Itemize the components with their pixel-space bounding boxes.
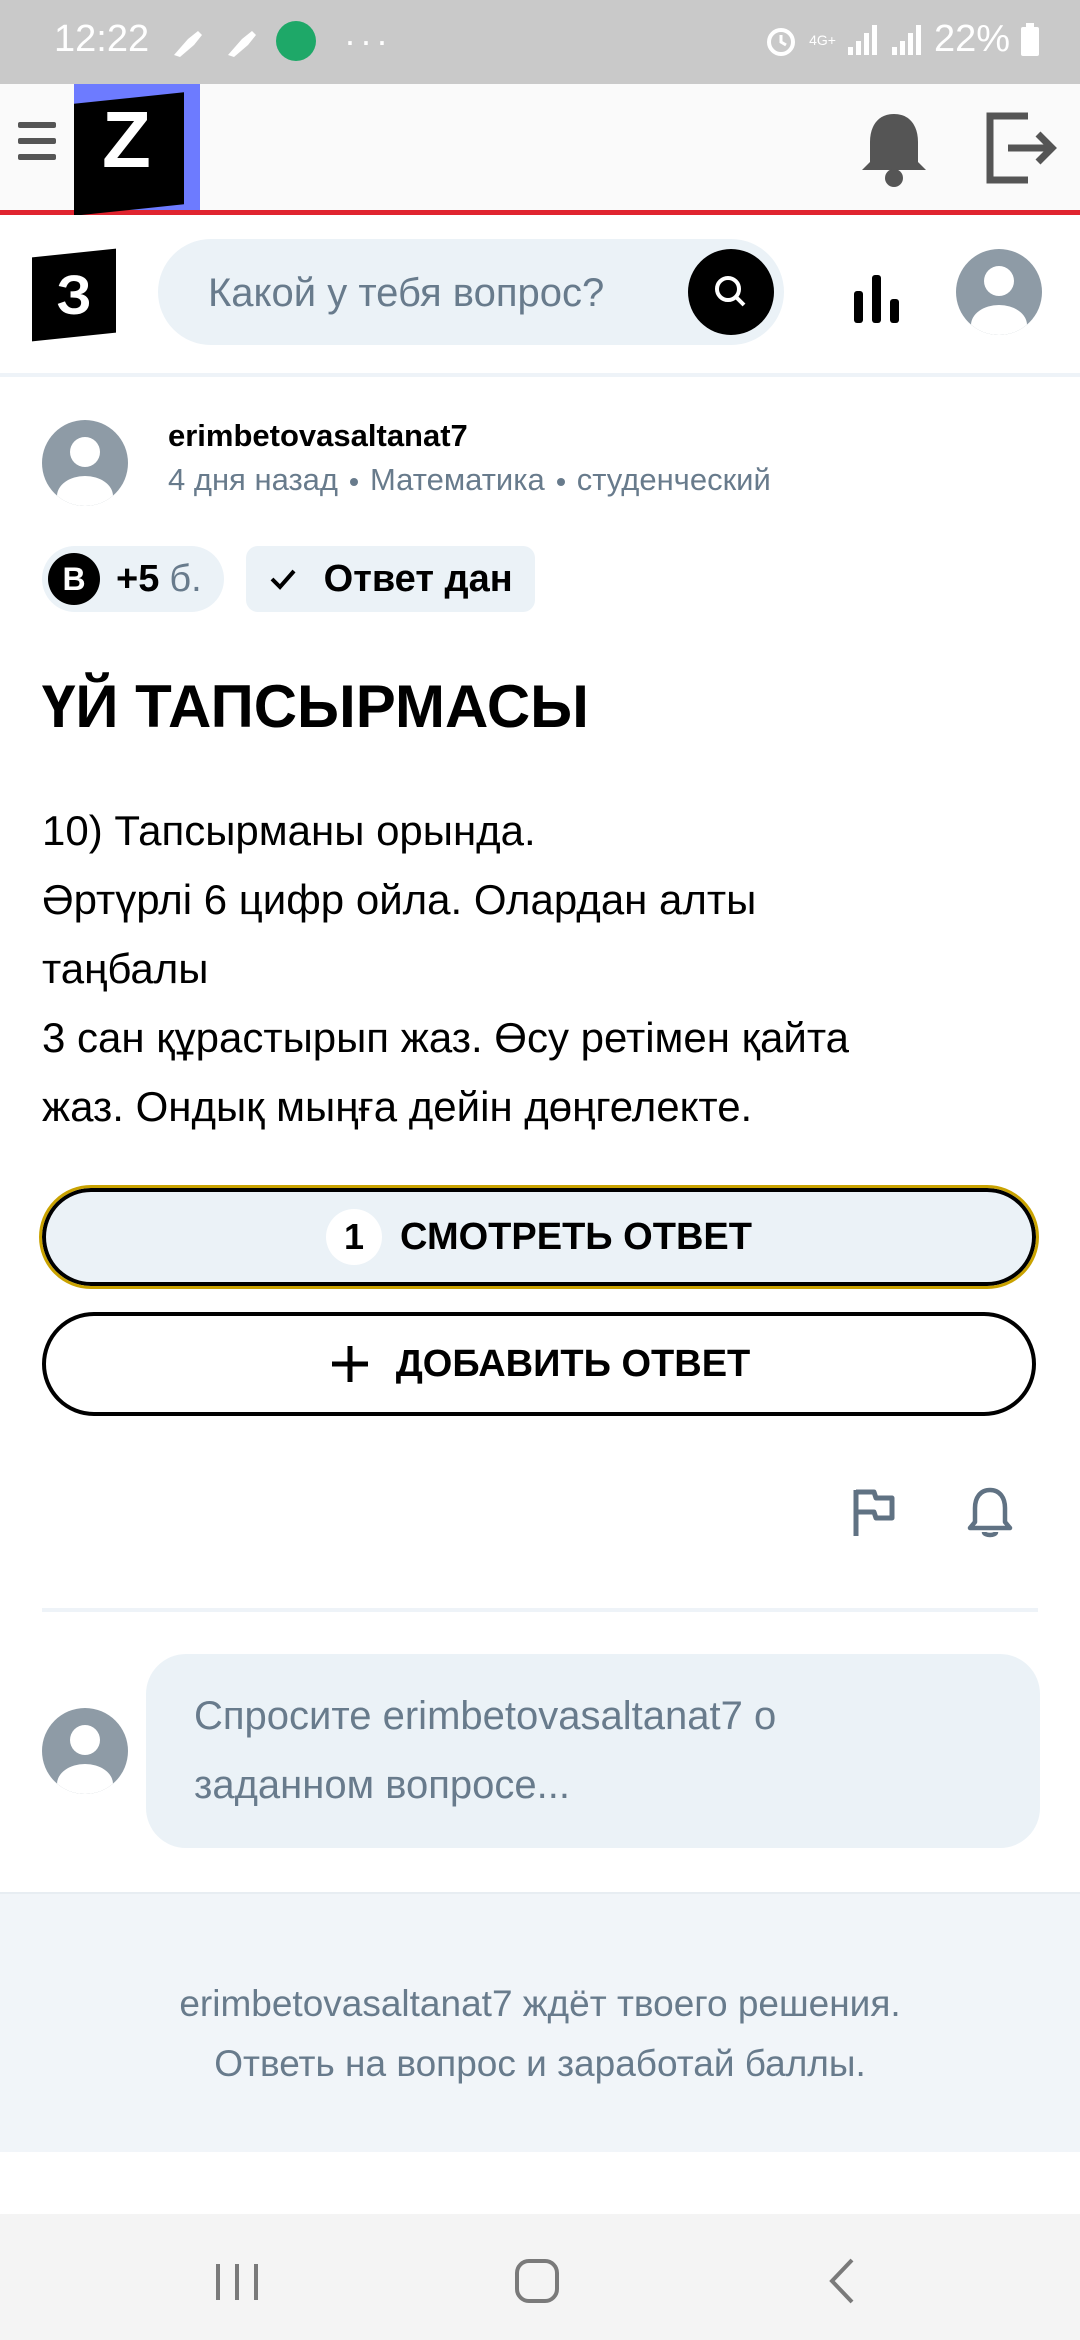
question-line: таңбалы: [42, 945, 209, 992]
answers-count: 1: [326, 1209, 383, 1265]
points-icon: B: [48, 553, 100, 605]
points-badge: B +5 б.: [42, 546, 224, 612]
question-text: 10) Тапсырманы орында. Әртүрлі 6 цифр ой…: [42, 796, 1052, 1141]
clean-icon-2: [228, 31, 256, 57]
invite-line: erimbetovasaltanat7 ждёт твоего решения.: [179, 1983, 901, 2024]
answered-badge: Ответ дан: [245, 546, 535, 612]
points-unit: б.: [169, 557, 202, 600]
author-name[interactable]: erimbetovasaltanat7: [168, 418, 468, 454]
app-header: Z: [0, 84, 1080, 216]
alarm-icon: [767, 27, 796, 56]
author-avatar[interactable]: [42, 420, 128, 506]
follow-bell-icon[interactable]: [962, 1484, 1018, 1540]
clean-icon: [174, 31, 202, 57]
profile-avatar[interactable]: [956, 249, 1042, 335]
user-icon: [57, 1725, 113, 1794]
add-answer-button[interactable]: ДОБАВИТЬ ОТВЕТ: [42, 1312, 1036, 1416]
site-logo[interactable]: З: [32, 248, 116, 342]
app-notification-icon: [276, 21, 316, 61]
add-answer-label: ДОБАВИТЬ ОТВЕТ: [395, 1342, 751, 1385]
question-line: 3 сан құрастырып жаз. Өсу ретімен қайта: [42, 1014, 849, 1061]
invite-line: Ответь на вопрос и заработай баллы.: [214, 2043, 866, 2084]
status-bar: 12:22 ··· 4G+ 22%: [0, 0, 1080, 84]
question-meta: 4 дня назад Математика студенческий: [168, 462, 771, 498]
search-button[interactable]: [688, 249, 774, 335]
back-icon[interactable]: [826, 2256, 856, 2306]
notification-icons: ···: [168, 20, 392, 62]
question-badges: B +5 б. Ответ дан: [42, 546, 535, 612]
comment-placeholder-line: Спросите erimbetovasaltanat7 о: [194, 1694, 777, 1738]
brand-logo[interactable]: Z: [74, 84, 200, 216]
brand-logo-letter: Z: [102, 95, 151, 184]
question-title: ҮЙ ТАПСЫРМАСЫ: [42, 673, 589, 740]
answered-label: Ответ дан: [323, 557, 513, 600]
comment-input[interactable]: Спросите erimbetovasaltanat7 о заданном …: [146, 1654, 1040, 1848]
more-notifications-icon: ···: [344, 20, 392, 61]
comment-placeholder-line: заданном вопросе...: [194, 1763, 570, 1807]
search-icon: [715, 276, 746, 307]
divider: [42, 1608, 1038, 1612]
home-icon[interactable]: [514, 2258, 560, 2304]
battery-percent: 22%: [933, 18, 1010, 60]
question-time: 4 дня назад: [168, 462, 339, 497]
plus-icon: [331, 1346, 368, 1382]
logout-icon[interactable]: [978, 106, 1062, 190]
comment-placeholder: Спросите erimbetovasaltanat7 о заданном …: [194, 1682, 974, 1820]
bell-icon[interactable]: [852, 106, 936, 190]
answer-invite-banner: erimbetovasaltanat7 ждёт твоего решения.…: [0, 1892, 1080, 2152]
search-row: З: [0, 215, 1080, 377]
commenter-avatar: [42, 1708, 128, 1794]
search-bar: [158, 239, 784, 347]
network-type: 4G+: [809, 31, 836, 48]
system-nav-bar: [0, 2214, 1080, 2340]
status-right: 4G+ 22%: [763, 18, 1040, 61]
battery-icon: [1021, 22, 1039, 56]
flag-icon[interactable]: [846, 1484, 902, 1540]
check-icon: [270, 569, 296, 590]
site-logo-letter: З: [56, 263, 92, 326]
question-line: Әртүрлі 6 цифр ойла. Олардан алты: [42, 876, 757, 923]
recent-apps-icon[interactable]: [214, 2262, 260, 2302]
question-level: студенческий: [576, 462, 771, 497]
points-value: +5: [116, 557, 160, 600]
search-input[interactable]: [206, 239, 630, 347]
signal-icon: [847, 24, 877, 55]
status-time: 12:22: [54, 18, 150, 60]
question-subject[interactable]: Математика: [370, 462, 545, 497]
question-line: жаз. Ондық мыңға дейін дөңгелекте.: [42, 1083, 753, 1130]
view-answer-label: СМОТРЕТЬ ОТВЕТ: [400, 1215, 752, 1258]
menu-icon[interactable]: [18, 122, 56, 170]
user-icon: [57, 437, 113, 506]
question-line: 10) Тапсырманы орында.: [42, 807, 536, 854]
view-answer-button[interactable]: 1 СМОТРЕТЬ ОТВЕТ: [39, 1185, 1039, 1289]
signal-icon-2: [891, 24, 921, 55]
stats-icon[interactable]: [852, 273, 904, 325]
user-icon: [971, 266, 1027, 335]
